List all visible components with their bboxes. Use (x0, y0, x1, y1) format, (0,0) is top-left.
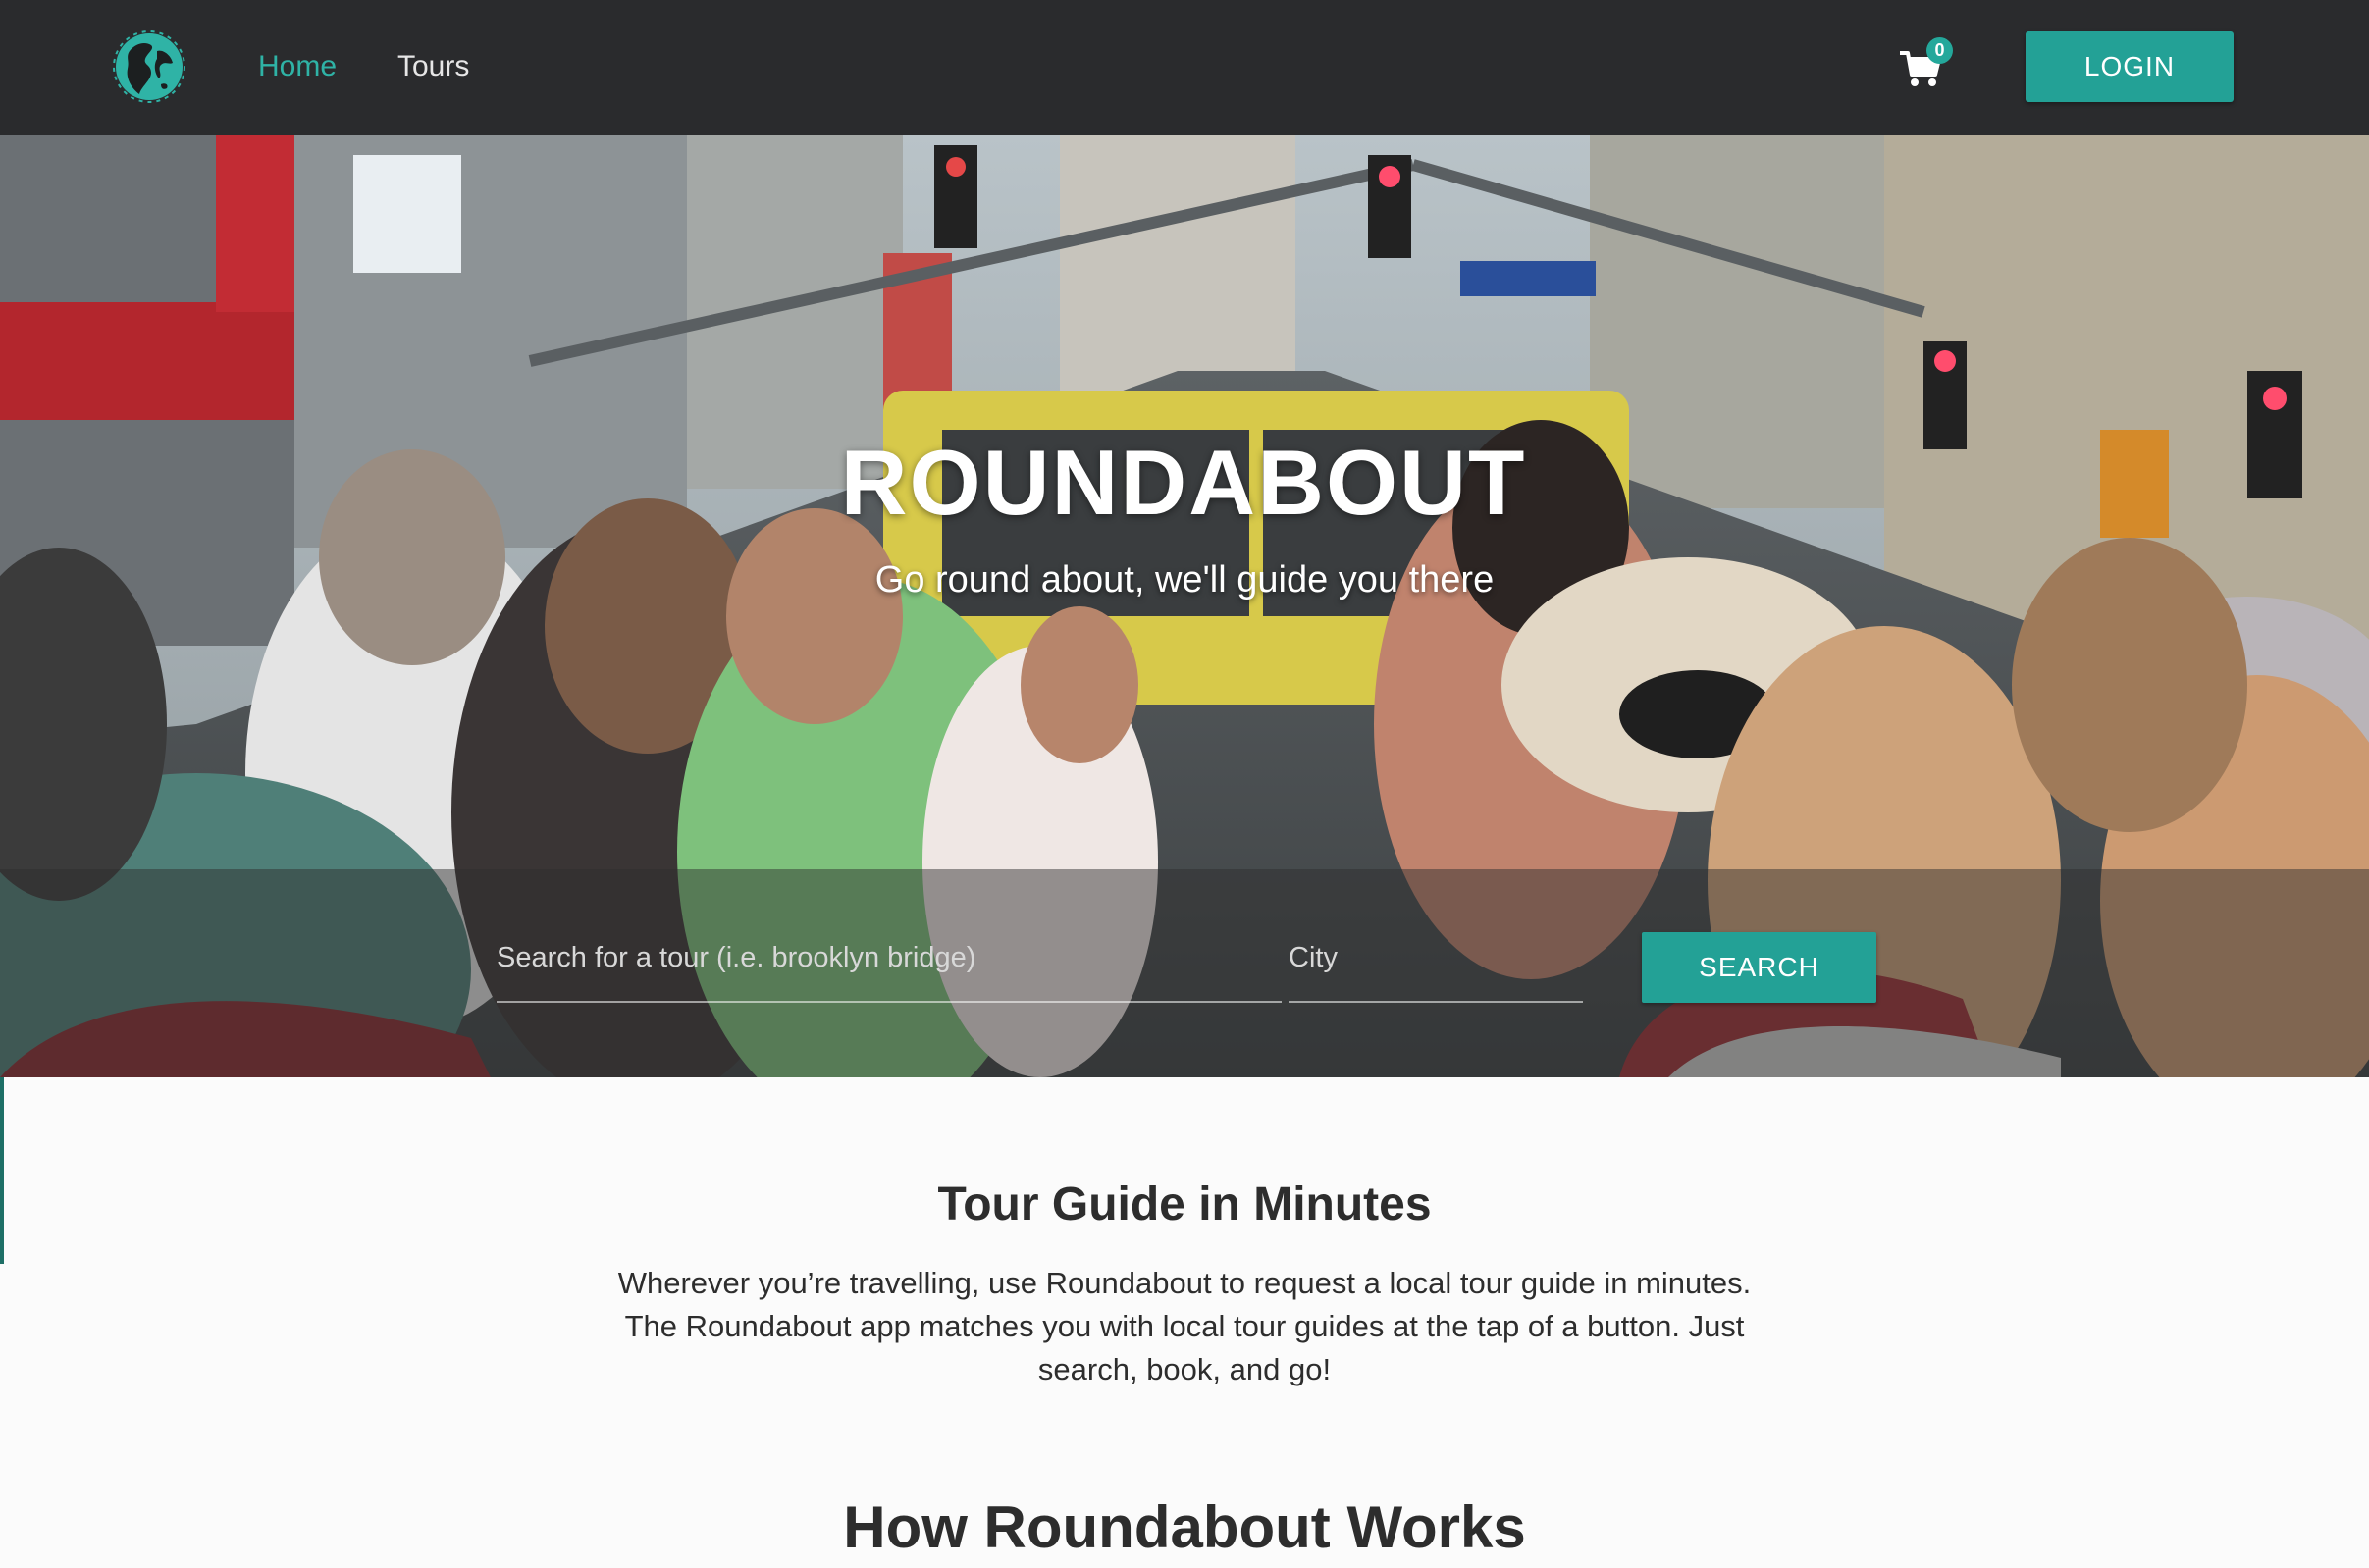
hero-subtitle: Go round about, we'll guide you there (874, 559, 1495, 601)
intro-title: Tour Guide in Minutes (937, 1178, 1432, 1230)
intro-text: Wherever you’re travelling, use Roundabo… (617, 1266, 1752, 1386)
login-button[interactable]: LOGIN (2026, 31, 2234, 102)
left-edge-accent (0, 1077, 4, 1264)
search-button[interactable]: SEARCH (1642, 932, 1876, 1003)
cart-count-badge: 0 (1926, 37, 1953, 64)
nav-link-home[interactable]: Home (258, 47, 337, 86)
tour-search-input[interactable] (497, 915, 1282, 1003)
globe-icon[interactable] (112, 29, 186, 104)
city-input[interactable] (1289, 915, 1583, 1003)
how-it-works-title: How Roundabout Works (843, 1494, 1526, 1560)
hero-title: ROUNDABOUT (840, 431, 1527, 534)
top-navbar: Home Tours 0 LOGIN (0, 0, 2369, 135)
nav-link-tours[interactable]: Tours (397, 47, 469, 86)
